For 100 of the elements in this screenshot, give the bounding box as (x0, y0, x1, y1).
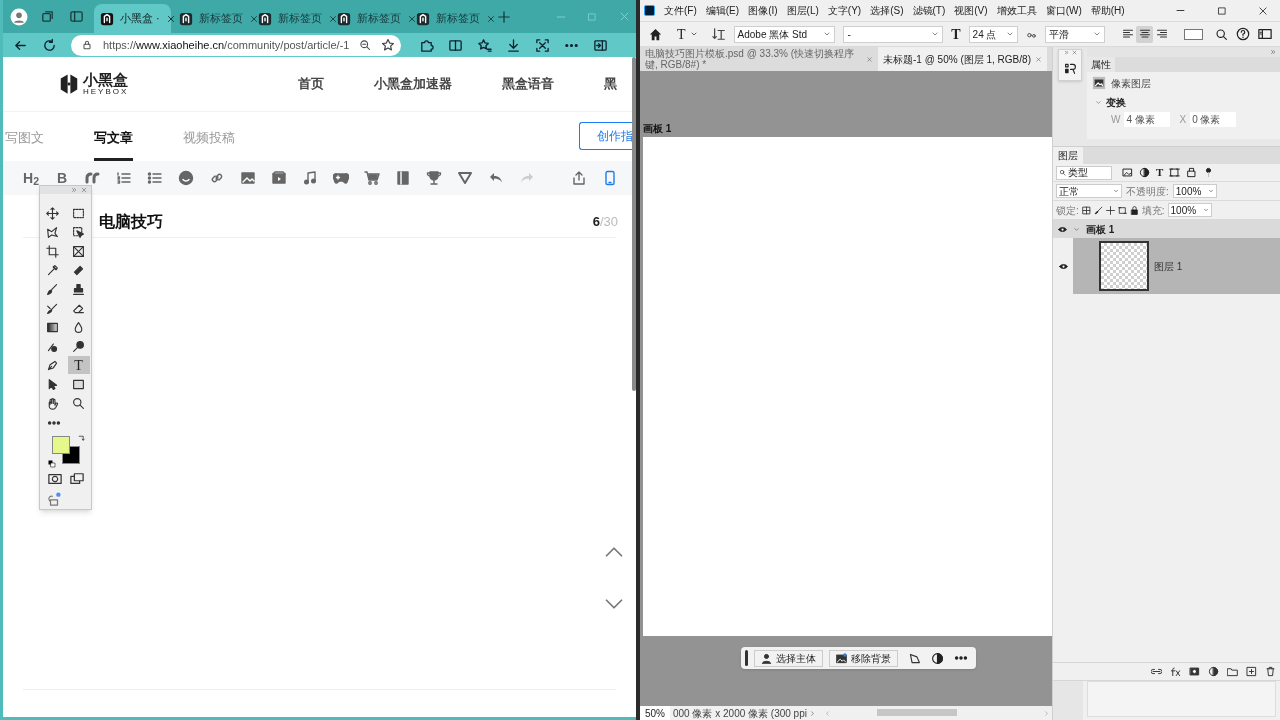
document-info-text[interactable]: 000 像素 x 2000 像素 (300 ppi (670, 705, 807, 720)
menu-item[interactable]: 文字(Y) (827, 3, 862, 18)
text-align-button[interactable] (1136, 25, 1154, 43)
menu-item[interactable]: 图层(L) (786, 3, 819, 18)
browser-tab[interactable]: 新标签页 (173, 4, 250, 33)
app-logo-icon[interactable] (644, 5, 655, 16)
width-field[interactable]: 4 像素 (1124, 111, 1171, 127)
profile-icon[interactable] (10, 7, 28, 26)
emoji-icon[interactable] (178, 170, 194, 186)
stacked-squares-icon[interactable] (40, 9, 55, 24)
bold-button[interactable]: B (54, 167, 70, 189)
type-filter-icon[interactable]: T (1156, 164, 1164, 181)
screen-mode-icon[interactable] (69, 472, 84, 486)
close-icon[interactable] (486, 13, 496, 24)
font-size-dropdown[interactable]: 24 点 (968, 25, 1018, 43)
search-icon[interactable] (1215, 27, 1228, 41)
adjustment-icon[interactable] (1208, 666, 1219, 677)
browser-tab[interactable]: 新标签页 (331, 4, 408, 33)
home-icon[interactable] (648, 26, 663, 42)
default-colors-icon[interactable] (47, 460, 56, 468)
panel-tab[interactable]: 图层 (1053, 147, 1083, 164)
lock-icon[interactable] (1129, 205, 1139, 215)
browser-tab[interactable]: 新标签页 (410, 4, 487, 33)
text-orientation-icon[interactable] (711, 27, 726, 41)
eye-icon[interactable] (1058, 224, 1067, 234)
numbered-list-icon[interactable] (116, 170, 132, 186)
favorites-icon[interactable] (477, 37, 492, 53)
menu-item[interactable]: 帮助(H) (1090, 3, 1125, 18)
zoom-out-icon[interactable] (359, 39, 372, 51)
split-screen-icon[interactable] (448, 37, 463, 53)
workspace-icon[interactable] (1258, 27, 1272, 41)
task-bar-button[interactable]: 移除背景 (829, 649, 898, 667)
smart-object-filter-icon[interactable] (1186, 167, 1198, 178)
adjustment-filter-icon[interactable] (1139, 167, 1150, 178)
mask-icon[interactable] (1189, 666, 1200, 677)
section-header[interactable]: 变换 (1106, 95, 1126, 110)
image-icon[interactable] (240, 170, 256, 186)
layer-filter-dropdown[interactable]: 类型 (1056, 165, 1112, 180)
download-icon[interactable] (506, 37, 521, 53)
folder-icon[interactable] (1227, 666, 1238, 677)
close-icon[interactable] (165, 13, 176, 24)
opacity-field[interactable]: 100% (1172, 184, 1217, 198)
sidebar-icon[interactable] (593, 37, 608, 53)
close-icon[interactable] (1258, 5, 1268, 16)
share-icon[interactable] (571, 170, 587, 186)
trash-icon[interactable] (1265, 666, 1276, 677)
panel-tab[interactable]: 属性 (1087, 57, 1115, 72)
video-icon[interactable] (271, 170, 287, 186)
scrollbar-thumb[interactable] (632, 57, 636, 391)
history-icon[interactable] (1063, 62, 1077, 75)
refresh-icon[interactable] (42, 37, 57, 53)
close-icon[interactable] (407, 13, 417, 24)
history-panel[interactable] (1058, 49, 1082, 81)
close-icon[interactable] (249, 13, 259, 24)
cloud-image-icon[interactable] (47, 492, 61, 506)
contrast-circle-icon[interactable] (931, 651, 944, 665)
blend-mode-dropdown[interactable]: 正常 (1056, 184, 1122, 198)
phone-icon[interactable] (602, 170, 618, 186)
nav-link[interactable]: 黑 (604, 74, 618, 94)
image-filter-icon[interactable] (1122, 167, 1133, 178)
menu-item[interactable]: 编辑(E) (705, 3, 740, 18)
horizontal-scrollbar-thumb[interactable] (876, 709, 957, 716)
quick-mask-icon[interactable] (47, 472, 62, 486)
move-arrows-icon[interactable] (1105, 205, 1115, 215)
drag-handle[interactable] (745, 650, 748, 666)
menu-item[interactable]: 文件(F) (664, 3, 697, 18)
maximize-icon[interactable] (1217, 5, 1227, 16)
font-family-dropdown[interactable]: Adobe 黑体 Std (733, 25, 836, 43)
foreground-color-swatch[interactable] (51, 436, 70, 454)
screenshot-icon[interactable] (535, 37, 550, 53)
shopping-cart-icon[interactable] (364, 170, 380, 186)
anti-alias-dropdown[interactable]: 平滑 (1044, 25, 1106, 43)
document-tab[interactable]: 电脑技巧图片模板.psd @ 33.3% (快速切换程序键, RGB/8#) * (640, 47, 878, 71)
link-layers-icon[interactable] (1151, 666, 1162, 677)
menu-item[interactable]: 图像(I) (748, 3, 778, 18)
address-field[interactable]: https://www.xiaoheihe.cn/community/post/article/-1 (71, 34, 401, 56)
type-tool[interactable]: T (67, 356, 90, 374)
tool-preset-picker[interactable]: T (677, 23, 698, 45)
artboard-label[interactable]: 画板 1 (643, 121, 1052, 137)
eye-icon[interactable] (1058, 261, 1068, 271)
nav-link[interactable]: 小黑盒加速器 (374, 74, 453, 94)
menu-item[interactable]: 增效工具 (996, 3, 1037, 18)
nav-link[interactable]: 黑盒语音 (502, 74, 555, 94)
heading-button[interactable]: H$_{2}$ (23, 167, 39, 189)
new-tab-icon[interactable] (497, 9, 511, 24)
font-style-dropdown[interactable]: - (843, 25, 944, 43)
tab-list-icon[interactable] (69, 9, 84, 24)
brush-icon[interactable] (1093, 205, 1103, 215)
text-color-swatch[interactable] (1184, 28, 1203, 40)
bullet-list-icon[interactable] (147, 170, 163, 186)
help-icon[interactable] (1236, 27, 1250, 41)
new-layer-icon[interactable] (1246, 666, 1257, 677)
transform-shape-icon[interactable] (908, 651, 921, 665)
menu-item[interactable]: 滤镜(T) (912, 3, 946, 18)
x-position-field[interactable]: 0 像素 (1190, 111, 1237, 127)
puzzle-icon[interactable] (419, 37, 434, 53)
close-icon[interactable] (328, 13, 338, 24)
browser-tab[interactable]: 新标签页 (252, 4, 329, 33)
layer-row[interactable]: 图层 1 (1053, 238, 1280, 294)
task-bar-button[interactable]: 选择主体 (754, 649, 823, 667)
